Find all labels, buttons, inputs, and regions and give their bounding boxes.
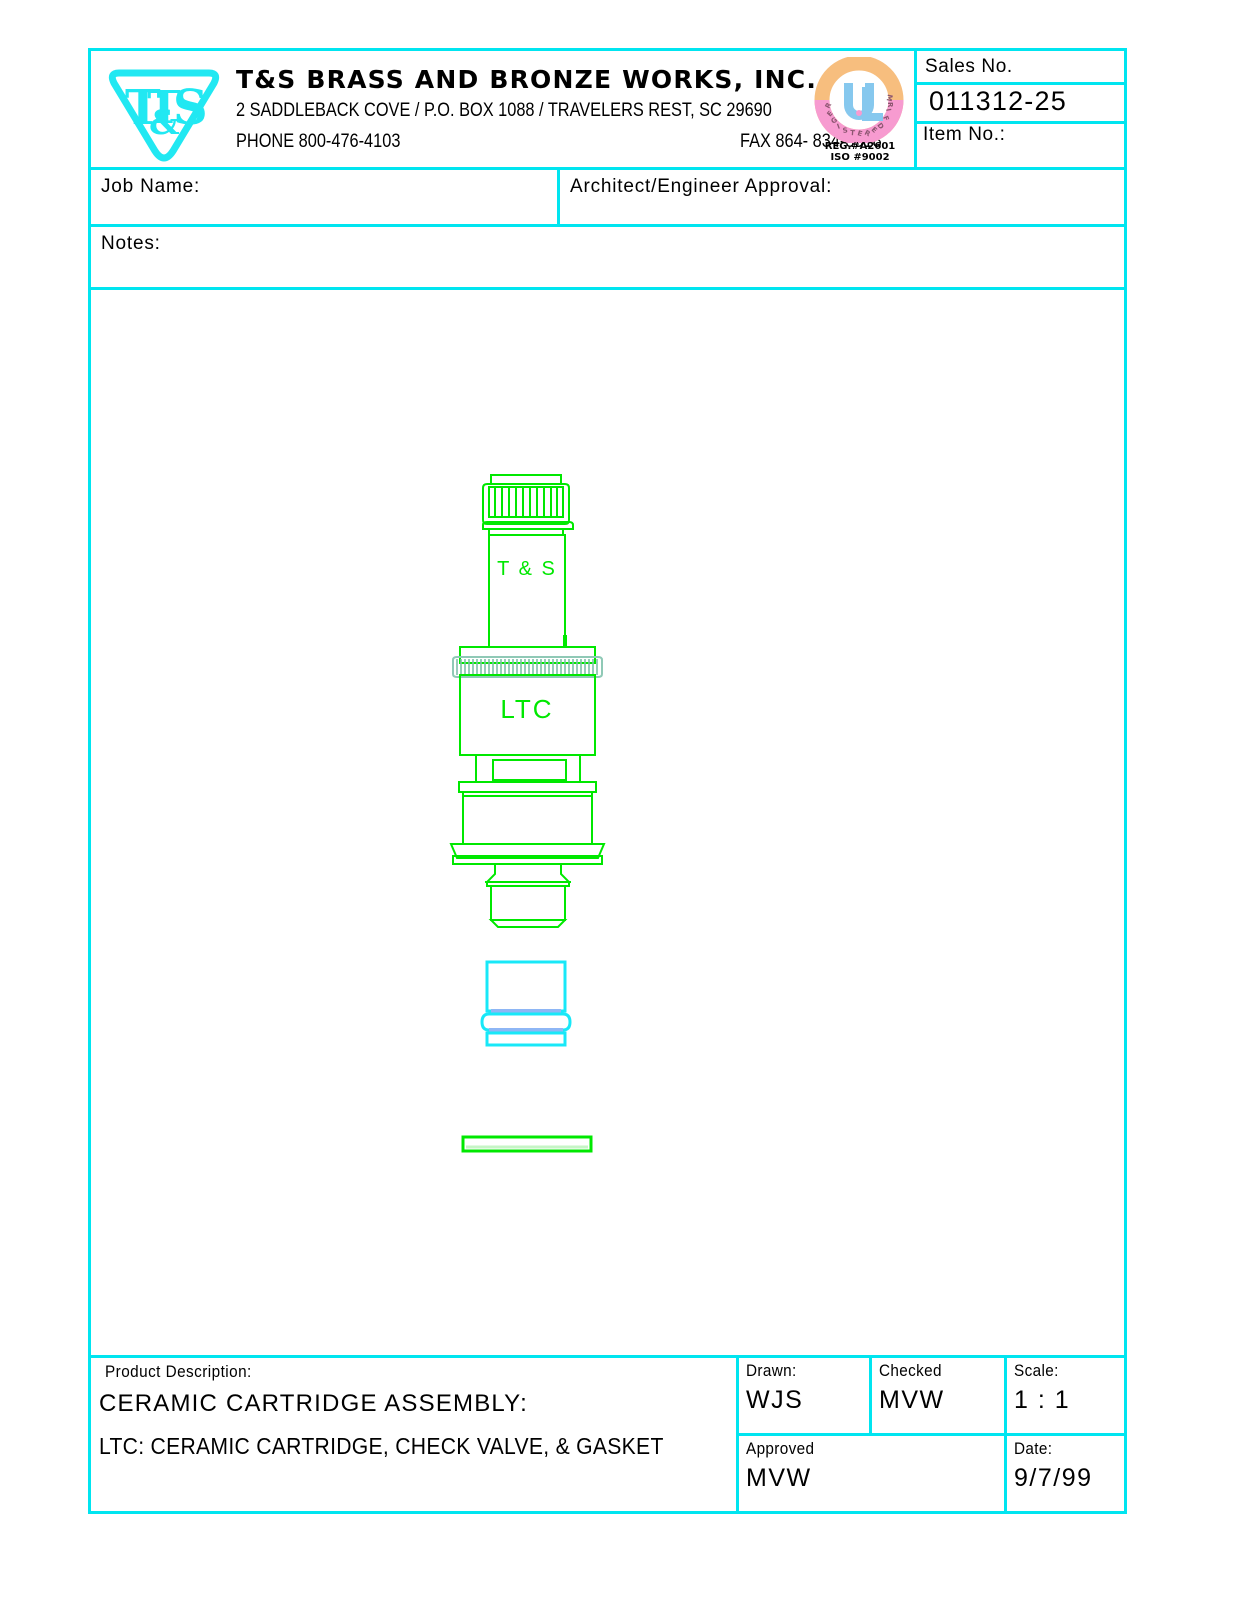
gasket-part	[461, 1135, 593, 1153]
approved-by-cell: Approved MVW	[739, 1436, 1007, 1514]
date-label: Date:	[1014, 1439, 1053, 1458]
scale-label: Scale:	[1014, 1361, 1059, 1380]
ul-reg-line1: REG.#A2601	[824, 141, 896, 152]
ceramic-cartridge-assembly-drawing: T & S LTC	[449, 474, 606, 1153]
product-description-label: Product Description:	[105, 1362, 252, 1381]
ul-registered-firm-icon: R E G I S T E R E D F I R M	[814, 57, 904, 143]
checked-value: MVW	[879, 1386, 945, 1414]
notes-field[interactable]: Notes:	[91, 227, 1124, 290]
company-name: T&S BRASS AND BRONZE WORKS, INC.	[236, 65, 818, 94]
item-no-label: Item No.:	[923, 124, 1006, 145]
ts-triangle-logo-icon: T x T & S	[108, 69, 220, 162]
notes-label: Notes:	[101, 233, 161, 254]
architect-approval-field[interactable]: Architect/Engineer Approval:	[560, 170, 1124, 224]
product-description-line2: LTC: CERAMIC CARTRIDGE, CHECK VALVE, & G…	[99, 1433, 664, 1459]
svg-text:M: M	[885, 94, 894, 103]
architect-approval-label: Architect/Engineer Approval:	[570, 176, 833, 197]
job-info-row: Job Name: Architect/Engineer Approval:	[91, 170, 1124, 227]
title-block: Product Description: CERAMIC CARTRIDGE A…	[91, 1358, 1124, 1514]
drawn-value: WJS	[746, 1386, 804, 1414]
scale-cell: Scale: 1 : 1	[1007, 1358, 1124, 1433]
company-address: 2 SADDLEBACK COVE / P.O. BOX 1088 / TRAV…	[236, 100, 772, 121]
approved-value: MVW	[746, 1464, 812, 1492]
scale-value: 1 : 1	[1014, 1386, 1071, 1414]
sales-divider	[917, 82, 1124, 85]
title-block-meta: Drawn: WJS Checked MVW Scale: 1 : 1 Appr…	[739, 1358, 1124, 1514]
ul-registration-numbers: REG.#A2601 ISO #9002	[808, 141, 912, 163]
job-name-label: Job Name:	[101, 176, 201, 197]
drawn-by-cell: Drawn: WJS	[739, 1358, 872, 1433]
date-value: 9/7/99	[1014, 1464, 1093, 1492]
ceramic-cartridge-lower: LTC	[449, 674, 606, 928]
approved-label: Approved	[746, 1439, 815, 1458]
drawn-label: Drawn:	[746, 1361, 797, 1380]
checked-label: Checked	[879, 1361, 942, 1380]
drawing-sheet: T x T & S T&S BRASS AND BRONZE WORKS, IN…	[88, 48, 1127, 1514]
date-cell: Date: 9/7/99	[1007, 1436, 1124, 1514]
company-info-cell: T&S BRASS AND BRONZE WORKS, INC. 2 SADDL…	[230, 51, 882, 167]
drawing-canvas: T & S LTC	[91, 290, 1124, 1358]
job-name-field[interactable]: Job Name:	[91, 170, 560, 224]
ul-reg-line2: ISO #9002	[830, 152, 890, 163]
cartridge-ltc-label: LTC	[500, 694, 553, 724]
product-description-line1: CERAMIC CARTRIDGE ASSEMBLY:	[99, 1390, 528, 1417]
svg-text:T: T	[850, 129, 856, 137]
ceramic-cartridge-part: T & S	[459, 474, 596, 664]
company-logo-cell: T x T & S	[91, 51, 230, 167]
title-header: T x T & S T&S BRASS AND BRONZE WORKS, IN…	[91, 51, 1124, 170]
cartridge-ts-label: T & S	[497, 558, 557, 580]
sales-no-value: 011312-25	[929, 86, 1067, 116]
svg-text:S: S	[173, 80, 208, 136]
title-block-meta-bottom-row: Approved MVW Date: 9/7/99	[739, 1436, 1124, 1514]
sales-no-label: Sales No.	[925, 56, 1013, 77]
svg-text:R: R	[886, 102, 894, 108]
sales-number-cell: Sales No. 011312-25 Item No.:	[914, 51, 1124, 167]
product-description-cell: Product Description: CERAMIC CARTRIDGE A…	[91, 1358, 739, 1514]
checked-by-cell: Checked MVW	[872, 1358, 1007, 1433]
company-phone: PHONE 800-476-4103	[236, 131, 401, 152]
title-block-meta-top-row: Drawn: WJS Checked MVW Scale: 1 : 1	[739, 1358, 1124, 1436]
ul-certification-cell: R E G I S T E R E D F I R M REG.#A2601 I…	[804, 51, 914, 167]
check-valve-part	[480, 960, 572, 1047]
